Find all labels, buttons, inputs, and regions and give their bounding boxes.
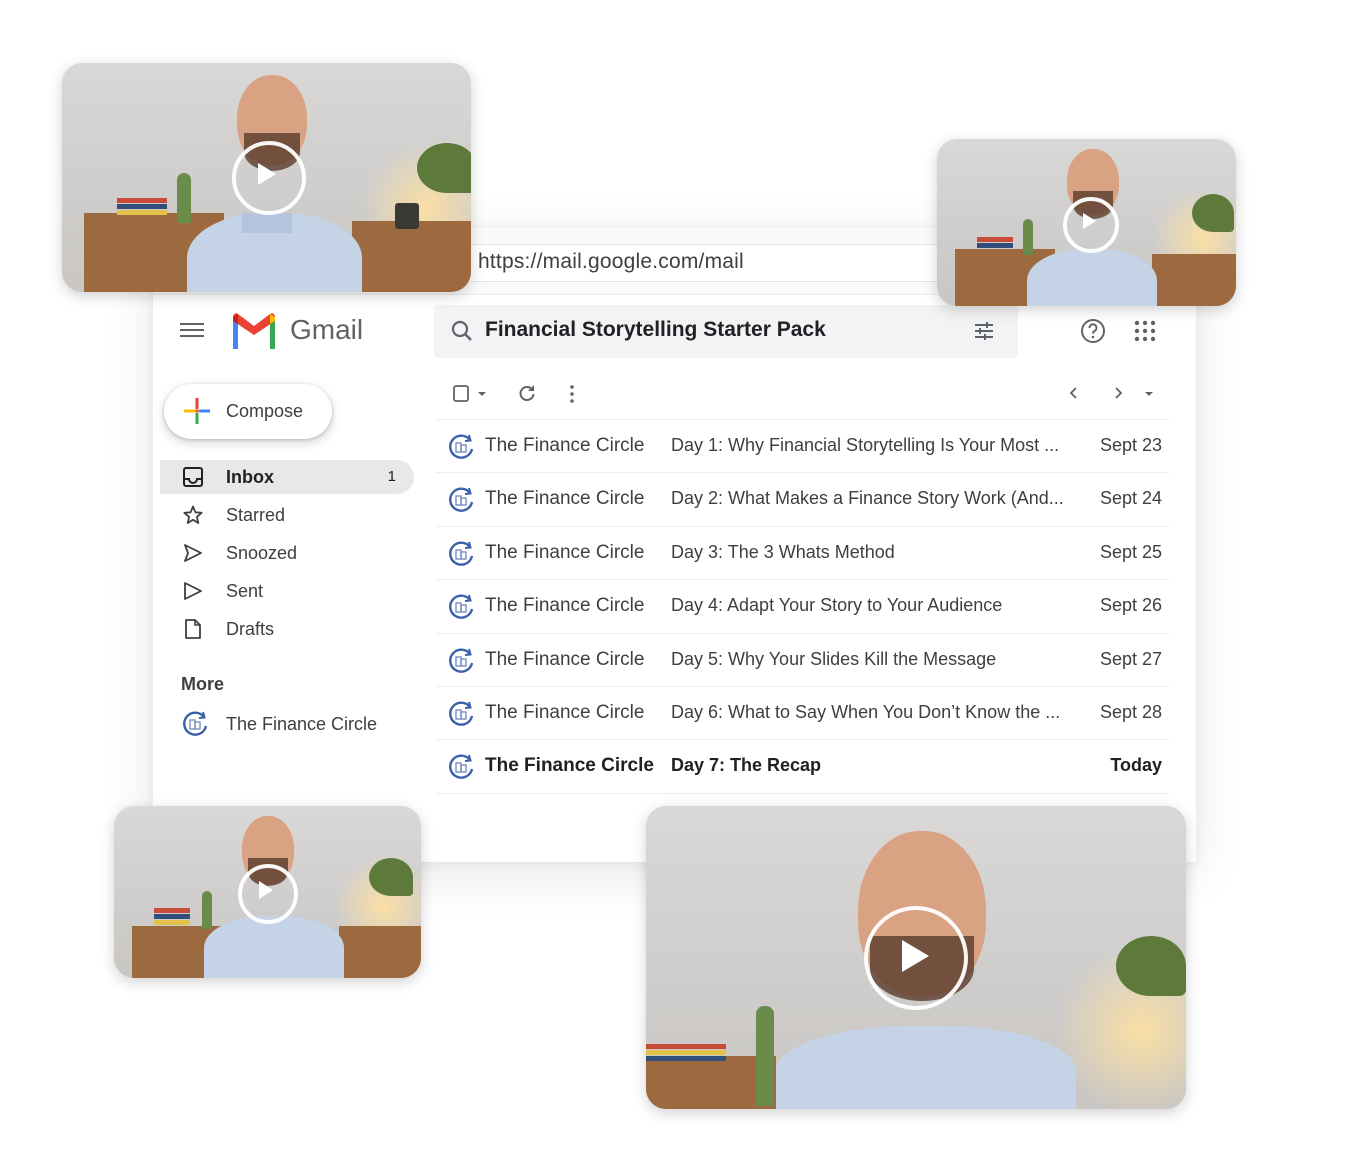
email-date: Sept 26 [1099, 595, 1162, 616]
plus-icon [184, 398, 210, 424]
email-date: Sept 24 [1099, 488, 1162, 509]
main-menu-icon[interactable] [180, 319, 204, 343]
apps-grid-icon[interactable] [1134, 320, 1156, 342]
refresh-icon[interactable] [517, 383, 537, 403]
older-page-icon[interactable] [1111, 386, 1125, 400]
search-icon[interactable] [450, 319, 474, 343]
sidebar-item-starred[interactable]: Starred [160, 498, 414, 532]
email-date: Today [1110, 755, 1162, 776]
email-subject: Day 3: The 3 Whats Method [671, 541, 895, 562]
select-dropdown-icon[interactable] [477, 389, 487, 399]
sidebar-item-label: Starred [226, 505, 286, 525]
inbox-unread-count: 1 [387, 468, 396, 485]
search-options-icon[interactable] [972, 319, 996, 343]
select-all-checkbox[interactable] [452, 384, 472, 404]
email-date: Sept 23 [1099, 435, 1162, 455]
email-sender: The Finance Circle [485, 488, 645, 510]
sidebar-item-drafts[interactable]: Drafts [160, 612, 414, 646]
email-row[interactable]: The Finance Circle Day 6: What to Say Whe… [436, 685, 1169, 739]
video-thumbnail[interactable] [646, 806, 1186, 1109]
email-subject: Day 1: Why Financial Storytelling Is You… [671, 435, 1060, 455]
send-icon [184, 582, 202, 600]
sender-logo-icon [446, 592, 476, 627]
email-subject: Day 7: The Recap [671, 755, 822, 776]
sidebar-item-label: Snoozed [226, 543, 298, 563]
sidebar-item-inbox[interactable]: Inbox 1 [160, 460, 414, 494]
video-thumbnail[interactable] [937, 139, 1236, 306]
email-row[interactable]: The Finance Circle Day 2: What Makes a Fi… [436, 472, 1169, 525]
sidebar-item-snoozed[interactable]: Snoozed [160, 536, 414, 570]
email-row[interactable]: The Finance Circle Day 4: Adapt Your Stor… [436, 579, 1169, 632]
email-sender: The Finance Circle [485, 755, 654, 777]
gmail-logo-icon [233, 313, 275, 349]
email-row[interactable]: The Finance Circle Day 3: The 3 Whats Met… [436, 525, 1169, 579]
compose-button[interactable]: Compose [164, 384, 332, 439]
star-icon [183, 505, 203, 524]
sender-logo-icon [446, 539, 476, 574]
email-subject: Day 2: What Makes a Finance Story Work (… [671, 488, 1064, 509]
gmail-wordmark: Gmail [290, 314, 364, 345]
sidebar-label-text: The Finance Circle [226, 714, 378, 734]
email-subject: Day 5: Why Your Slides Kill the Message [671, 648, 997, 669]
email-sender: The Finance Circle [485, 701, 645, 723]
more-options-icon[interactable] [566, 384, 578, 404]
email-sender: The Finance Circle [485, 541, 645, 563]
input-tools-dropdown-icon[interactable] [1144, 389, 1154, 399]
email-row[interactable]: The Finance Circle Day 5: Why Your Slides… [436, 632, 1169, 686]
email-sender: The Finance Circle [485, 435, 645, 456]
sidebar-item-label: Inbox [226, 467, 274, 487]
email-date: Sept 28 [1099, 701, 1162, 722]
email-subject: Day 6: What to Say When You Don’t Know t… [671, 701, 1061, 722]
email-subject: Day 4: Adapt Your Story to Your Audience [671, 595, 1003, 616]
email-sender: The Finance Circle [485, 648, 645, 670]
newer-page-icon[interactable] [1067, 386, 1081, 400]
sidebar-label-finance-circle[interactable]: The Finance Circle [160, 706, 414, 740]
help-icon[interactable] [1080, 318, 1106, 344]
sender-logo-icon [446, 432, 476, 467]
email-row[interactable]: The Finance Circle Day 7: The Recap Today [436, 739, 1169, 794]
video-thumbnail[interactable] [62, 63, 471, 292]
video-thumbnail[interactable] [114, 806, 421, 978]
sidebar-item-label: Drafts [226, 619, 275, 639]
email-row[interactable]: The Finance Circle Day 1: Why Financial S… [436, 419, 1169, 472]
sender-logo-icon [446, 752, 476, 787]
email-date: Sept 27 [1099, 648, 1162, 669]
sidebar-item-sent[interactable]: Sent [160, 574, 414, 608]
draft-icon [185, 619, 201, 639]
search-input[interactable]: Financial Storytelling Starter Pack [485, 318, 826, 342]
compose-label: Compose [226, 401, 304, 421]
finance-circle-logo-icon [183, 711, 208, 736]
more-section-heading: More [181, 674, 225, 694]
email-sender: The Finance Circle [485, 595, 645, 617]
email-date: Sept 25 [1099, 541, 1162, 562]
url-text: https://mail.google.com/mail [478, 250, 744, 273]
sender-logo-icon [446, 646, 476, 681]
snoozed-icon [184, 544, 202, 562]
sidebar-item-label: Sent [226, 581, 264, 601]
sender-logo-icon [446, 485, 476, 520]
email-list: The Finance Circle Day 1: Why Financial S… [436, 419, 1169, 794]
sender-logo-icon [446, 699, 476, 734]
inbox-icon [183, 467, 203, 487]
